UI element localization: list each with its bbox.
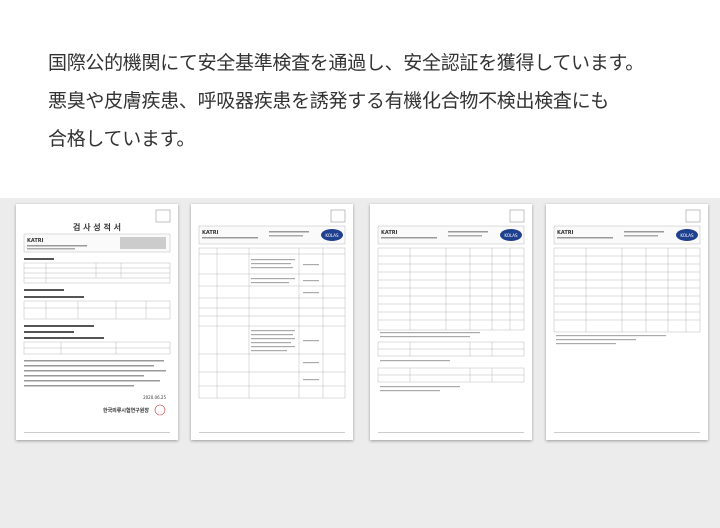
- certificate-page-4: KATRI KOLAS: [546, 204, 708, 440]
- headline-line-1: 国際公的機関にて安全基準検査を通過し、安全認証を獲得しています。: [48, 52, 644, 74]
- headline-line-2: 悪臭や皮膚疾患、呼吸器疾患を誘発する有機化合物不検出検査にも: [48, 90, 610, 112]
- report-date: 2020.06.25: [143, 395, 166, 400]
- kolas-badge: KOLAS: [504, 233, 518, 238]
- certificate-page-2-image: KATRI KOLAS: [198, 209, 346, 433]
- certificate-page-1-image: 검 사 성 적 서 KATRI 2020.06.25 한국의류시험연구원장: [23, 209, 171, 433]
- kolas-badge: KOLAS: [325, 233, 339, 238]
- org-logo: KATRI: [27, 238, 44, 244]
- certificate-gallery: 검 사 성 적 서 KATRI 2020.06.25 한국의류시험연구원장 KA…: [0, 198, 720, 528]
- headline-line-3: 合格しています。: [48, 128, 196, 150]
- certificate-page-2: KATRI KOLAS: [191, 204, 353, 440]
- certificate-page-1: 검 사 성 적 서 KATRI 2020.06.25 한국의류시험연구원장: [16, 204, 178, 440]
- report-title: 검 사 성 적 서: [73, 222, 121, 232]
- issuer-name: 한국의류시험연구원장: [103, 407, 149, 414]
- org-logo: KATRI: [557, 230, 574, 236]
- certificate-page-4-image: KATRI KOLAS: [553, 209, 701, 433]
- certificate-page-3: KATRI KOLAS: [370, 204, 532, 440]
- org-logo: KATRI: [202, 230, 219, 236]
- headline: 国際公的機関にて安全基準検査を通過し、安全認証を獲得しています。 悪臭や皮膚疾患…: [48, 44, 708, 158]
- certificate-page-3-image: KATRI KOLAS: [377, 209, 525, 433]
- kolas-badge: KOLAS: [680, 233, 694, 238]
- org-logo: KATRI: [381, 230, 398, 236]
